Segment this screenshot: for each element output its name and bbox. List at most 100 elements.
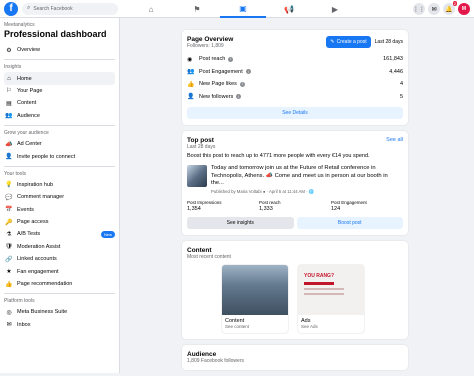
section-grow: Grow your audience bbox=[4, 129, 49, 136]
sidebar-item-label: Invite people to connect bbox=[17, 153, 76, 160]
org-name: Meetanalytics bbox=[4, 22, 35, 28]
sidebar-item-invite[interactable]: 👤 Invite people to connect bbox=[4, 150, 115, 162]
overview-metrics: ◉ Post reach i 161,843 👥 Post Engagement i 4,4… bbox=[187, 53, 403, 103]
sidebar-item-label: Content bbox=[17, 100, 37, 107]
info-icon[interactable]: i bbox=[245, 69, 251, 75]
divider bbox=[4, 124, 115, 126]
notifications-icon[interactable]: 🔔 2 bbox=[443, 1, 457, 15]
date-range[interactable]: Last 28 days bbox=[375, 39, 403, 45]
facebook-logo[interactable]: f bbox=[4, 1, 18, 16]
info-icon[interactable]: i bbox=[228, 56, 234, 62]
audience-icon: 👥 bbox=[5, 113, 13, 120]
page-icon: ⚐ bbox=[6, 88, 12, 95]
ads-tile[interactable]: YOU RANG? Ads See Ads bbox=[298, 264, 364, 333]
divider bbox=[4, 293, 115, 295]
engagement-icon: 👥 bbox=[187, 69, 195, 76]
sidebar-item-fan-engagement[interactable]: ★ Fan engagement bbox=[4, 265, 115, 277]
sidebar-item-overview[interactable]: ⚙ Overview bbox=[4, 44, 115, 56]
sidebar-item-label: A/B Tests bbox=[17, 231, 41, 238]
sidebar-item-business-suite[interactable]: ◎ Meta Business Suite bbox=[4, 306, 115, 318]
stat-label: Post Impressions bbox=[187, 199, 222, 205]
sidebar-item-moderation[interactable]: 🛡 Moderation Assist bbox=[4, 241, 115, 253]
flag-icon[interactable]: ⚑ bbox=[174, 0, 220, 18]
sidebar-item-linked[interactable]: 🔗 Linked accounts bbox=[4, 253, 115, 265]
top-post-actions: See insights Boost post bbox=[187, 216, 403, 229]
ads-preview-bar bbox=[304, 281, 334, 285]
followers-icon: 👤 bbox=[187, 94, 195, 101]
ad-center-icon: 📣 bbox=[5, 141, 13, 148]
metric-row: 👥 Post Engagement i 4,446 bbox=[187, 66, 403, 79]
sidebar-item-label: Page access bbox=[17, 219, 49, 226]
see-details-button[interactable]: See Details bbox=[187, 107, 403, 119]
reach-icon: ◉ bbox=[187, 56, 193, 63]
ads-preview: YOU RANG? bbox=[298, 264, 364, 315]
events-icon: 📅 bbox=[5, 207, 13, 214]
sidebar-item-home[interactable]: ⌂ Home bbox=[4, 72, 115, 85]
stat-value: 1,333 bbox=[259, 205, 273, 212]
content-subtitle: Most recent content bbox=[187, 253, 231, 260]
create-post-button[interactable]: ✎ Create a post bbox=[326, 36, 371, 48]
pages-icon[interactable]: ▣ bbox=[220, 0, 266, 18]
comment-icon: 💬 bbox=[5, 194, 13, 201]
sidebar-item-audience[interactable]: 👥 Audience bbox=[4, 110, 115, 122]
apps-grid-icon[interactable]: ⋮⋮ bbox=[413, 3, 425, 15]
messenger-icon[interactable]: ✉ bbox=[428, 3, 440, 15]
content-tile[interactable]: Content See content bbox=[222, 264, 288, 333]
boost-post-button[interactable]: Boost post bbox=[296, 216, 403, 229]
notification-badge: 2 bbox=[452, 1, 457, 6]
watch-icon[interactable]: ▶ bbox=[312, 0, 358, 18]
overview-icon: ⚙ bbox=[6, 47, 12, 54]
audience-title: Audience bbox=[187, 350, 217, 358]
ads-preview-line bbox=[304, 287, 344, 290]
sidebar: Meetanalytics Professional dashboard ⚙ O… bbox=[0, 18, 120, 373]
home-icon[interactable]: ⌂ bbox=[128, 0, 174, 18]
sidebar-item-page-recommendation[interactable]: 👍 Page recommendation bbox=[4, 278, 115, 290]
section-platform: Platform tools bbox=[4, 298, 35, 305]
new-badge: New bbox=[100, 230, 115, 238]
content-card: Content Most recent content Content See c… bbox=[182, 240, 408, 339]
boost-text: Boost this post to reach up to 4771 more… bbox=[187, 153, 370, 159]
sidebar-item-ab-tests[interactable]: ⚗ A/B Tests New bbox=[4, 228, 115, 240]
sidebar-item-your-page[interactable]: ⚐ Your Page bbox=[4, 85, 115, 97]
info-icon[interactable]: i bbox=[239, 81, 245, 87]
sidebar-item-content[interactable]: ▤ Content bbox=[4, 97, 115, 109]
megaphone-icon[interactable]: 📢 bbox=[266, 0, 312, 18]
business-suite-icon: ◎ bbox=[6, 309, 12, 316]
top-post-title: Top post bbox=[187, 137, 214, 144]
tile-link: See content bbox=[225, 323, 250, 329]
stat-value: 124 bbox=[331, 205, 341, 212]
sidebar-item-ad-center[interactable]: 📣 Ad Center bbox=[4, 138, 115, 150]
metric-label: New Page likes bbox=[199, 81, 237, 88]
sidebar-item-label: Inbox bbox=[17, 321, 31, 328]
top-post-card: Top post Last 28 days See all Boost this… bbox=[182, 131, 408, 235]
metric-value: 4,446 bbox=[389, 68, 403, 75]
stat-impressions: Post Impressions 1,354 bbox=[187, 200, 259, 212]
create-post-label: Create a post bbox=[336, 39, 367, 45]
sidebar-item-inbox[interactable]: ✉ Inbox bbox=[4, 319, 115, 331]
search-input[interactable]: ⌕ Search Facebook bbox=[22, 2, 118, 15]
divider bbox=[4, 165, 115, 167]
sidebar-item-comments[interactable]: 💬 Comment manager bbox=[4, 191, 115, 203]
like-icon: 👍 bbox=[187, 81, 195, 88]
see-all-link[interactable]: See all bbox=[386, 137, 403, 150]
sidebar-item-events[interactable]: 📅 Events bbox=[4, 204, 115, 216]
sidebar-item-page-access[interactable]: 🔑 Page access bbox=[4, 216, 115, 228]
home-icon: ⌂ bbox=[7, 75, 11, 82]
see-insights-button[interactable]: See insights bbox=[187, 216, 294, 229]
sidebar-item-label: Moderation Assist bbox=[17, 243, 61, 250]
sidebar-item-label: Events bbox=[17, 206, 34, 213]
overview-title: Page Overview bbox=[187, 36, 234, 43]
metric-value: 4 bbox=[399, 81, 403, 88]
sidebar-item-label: Meta Business Suite bbox=[17, 309, 68, 316]
top-post-range: Last 28 days bbox=[187, 144, 216, 150]
profile-avatar[interactable]: M bbox=[458, 3, 470, 15]
sidebar-item-label: Overview bbox=[17, 47, 40, 54]
audience-subtitle: 1,809 Facebook followers bbox=[187, 357, 244, 364]
post-stats: Post Impressions 1,354 Post reach 1,333 Po… bbox=[187, 200, 403, 212]
stat-label: Post Engagement bbox=[331, 199, 367, 205]
top-post-item[interactable]: Today and tomorrow join us at the Future… bbox=[187, 165, 403, 195]
ab-test-icon: ⚗ bbox=[6, 231, 12, 238]
info-icon[interactable]: i bbox=[236, 94, 242, 100]
sidebar-item-inspiration[interactable]: 💡 Inspiration hub bbox=[4, 179, 115, 191]
section-tools: Your tools bbox=[4, 170, 27, 177]
